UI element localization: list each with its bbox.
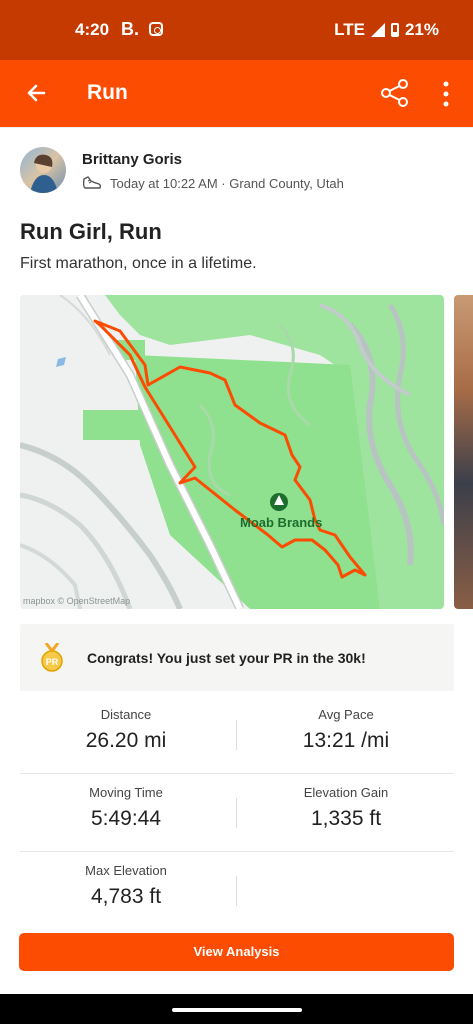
stat-value: 1,335 ft (310, 807, 382, 830)
achievement-text: Congrats! You just set your PR in the 30… (87, 650, 366, 666)
shoe-icon (82, 176, 102, 189)
more-options-icon[interactable] (440, 80, 452, 108)
pr-medal-icon: PR (41, 643, 63, 672)
activity-date-location: Today at 10:22 AM · Grand County, Utah (110, 175, 344, 191)
home-handle[interactable] (172, 1008, 302, 1012)
stat-elevation-gain: Elevation Gain 1,335 ft (246, 785, 446, 831)
status-bar: 4:20 B. LTE 21% (0, 0, 473, 60)
stat-avg-pace: Avg Pace 13:21 /mi (246, 707, 446, 753)
stat-label: Distance (100, 707, 152, 722)
back-arrow-icon[interactable] (22, 78, 52, 108)
map-attribution[interactable]: mapbox © OpenStreetMap (23, 596, 130, 606)
activity-header: Brittany Goris Today at 10:22 AM · Grand… (0, 127, 473, 208)
divider (20, 851, 454, 852)
stat-distance: Distance 26.20 mi (26, 707, 226, 753)
pr-badge-text: PR (46, 657, 59, 667)
battery-percent: 21% (404, 20, 439, 39)
booking-app-icon: B. (121, 19, 139, 39)
activity-meta: Today at 10:22 AM · Grand County, Utah (82, 175, 344, 191)
achievement-banner[interactable]: PR Congrats! You just set your PR in the… (20, 624, 454, 691)
network-label: LTE (334, 20, 365, 39)
page-title: Run (87, 81, 128, 104)
signal-icon (370, 23, 385, 37)
view-analysis-button[interactable]: View Analysis (19, 933, 454, 971)
share-icon[interactable] (380, 78, 410, 108)
athlete-name[interactable]: Brittany Goris (82, 151, 182, 168)
avatar-photo-icon (30, 154, 58, 193)
divider (236, 876, 237, 906)
stat-value: 26.20 mi (85, 729, 167, 752)
divider (20, 773, 454, 774)
divider (236, 798, 237, 828)
stat-label: Avg Pace (318, 707, 374, 722)
app-bar: Run (0, 60, 473, 127)
stat-value: 5:49:44 (90, 807, 162, 830)
map-graphic (20, 295, 444, 609)
instagram-icon (149, 22, 163, 36)
stat-moving-time: Moving Time 5:49:44 (26, 785, 226, 831)
stat-label: Moving Time (89, 785, 163, 800)
activity-title: Run Girl, Run (20, 219, 162, 244)
battery-icon (390, 23, 399, 37)
system-nav-bar (0, 994, 473, 1024)
stat-label: Max Elevation (85, 863, 167, 878)
stat-value: 13:21 /mi (302, 729, 390, 752)
activity-description: First marathon, once in a lifetime. (20, 255, 257, 272)
avatar[interactable] (20, 147, 66, 193)
status-right: LTE 21% (334, 20, 439, 40)
park-small (83, 410, 141, 440)
route-map[interactable]: Moab Brands mapbox © OpenStreetMap (20, 295, 444, 609)
status-time: 4:20 (75, 20, 110, 39)
stat-value: 4,783 ft (90, 885, 162, 908)
stat-label: Elevation Gain (303, 785, 389, 800)
map-place-label: Moab Brands (240, 515, 323, 530)
activity-photo[interactable] (454, 295, 473, 609)
stat-max-elevation: Max Elevation 4,783 ft (26, 863, 226, 909)
divider (236, 720, 237, 750)
